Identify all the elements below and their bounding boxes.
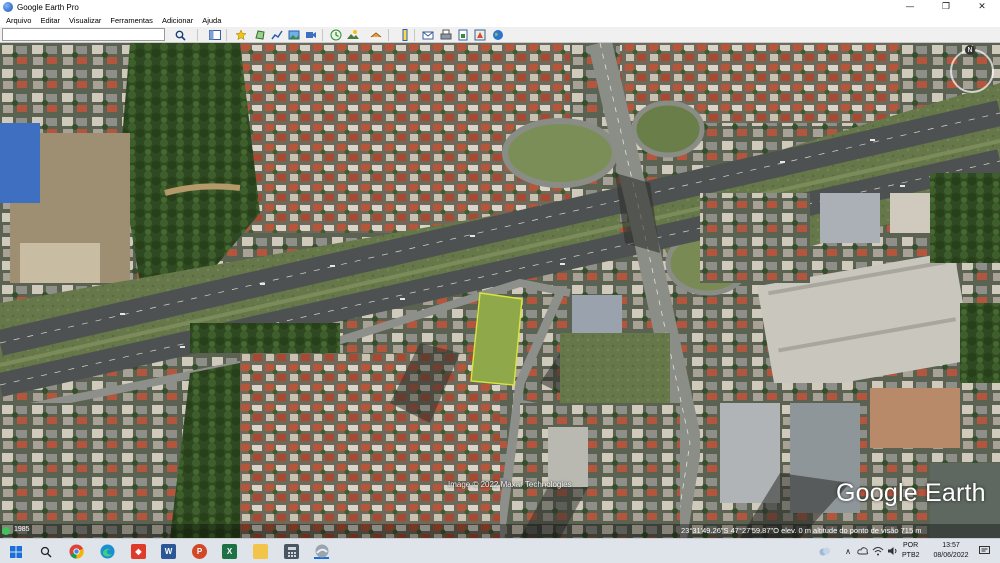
toolbar	[0, 27, 1000, 43]
menu-ajuda[interactable]: Ajuda	[202, 16, 221, 25]
input-language[interactable]: POR	[903, 542, 918, 549]
excel-icon[interactable]: X	[222, 544, 237, 559]
earth-icon[interactable]	[491, 29, 504, 41]
start-button[interactable]	[8, 544, 23, 559]
close-button[interactable]: ✕	[964, 0, 1000, 14]
weather-icon[interactable]	[818, 545, 831, 556]
imagery-copyright: Image © 2022 Maxar Technologies	[448, 480, 572, 489]
chevron-up-icon[interactable]: ∧	[843, 545, 853, 557]
title-bar: Google Earth Pro — ❐ ✕	[0, 0, 1000, 14]
ruler-icon[interactable]	[398, 29, 411, 41]
search-icon[interactable]	[38, 544, 53, 559]
google-earth-app-icon	[3, 2, 13, 12]
wifi-icon[interactable]	[872, 545, 884, 557]
google-earth-window: Google Earth Pro — ❐ ✕ Arquivo Editar Vi…	[0, 0, 1000, 563]
notifications-icon[interactable]	[978, 545, 990, 557]
menu-adicionar[interactable]: Adicionar	[162, 16, 193, 25]
sunlight-icon[interactable]	[346, 29, 359, 41]
file-explorer-icon[interactable]	[253, 544, 268, 559]
map-status-bar: 1985 23°31'49.26"S 47°27'59.87"O elev. 0…	[0, 524, 1000, 538]
windows-taskbar: ◆ W P X ∧ POR PTB2 13:57 08/06/2022	[0, 538, 1000, 563]
google-earth-icon[interactable]	[314, 544, 329, 559]
historical-imagery-icon[interactable]	[329, 29, 342, 41]
minimize-button[interactable]: —	[892, 0, 928, 14]
navigation-compass[interactable]	[950, 49, 994, 93]
add-path-icon[interactable]	[270, 29, 283, 41]
window-controls: — ❐ ✕	[892, 0, 1000, 14]
add-image-overlay-icon[interactable]	[287, 29, 300, 41]
toolbar-separator	[322, 29, 323, 41]
edge-icon[interactable]	[100, 544, 115, 559]
clock-date[interactable]: 08/06/2022	[930, 552, 972, 559]
cloud-sync-icon[interactable]	[857, 545, 869, 557]
toolbar-separator	[414, 29, 415, 41]
search-input[interactable]	[2, 28, 165, 41]
clock-time[interactable]: 13:57	[930, 542, 972, 549]
imagery-year: 1985	[14, 526, 30, 533]
add-placemark-icon[interactable]	[234, 29, 247, 41]
print-icon[interactable]	[439, 29, 452, 41]
menu-editar[interactable]: Editar	[40, 16, 60, 25]
planets-icon[interactable]	[369, 29, 382, 41]
email-icon[interactable]	[421, 29, 434, 41]
maximize-button[interactable]: ❐	[928, 0, 964, 14]
anydesk-icon[interactable]: ◆	[131, 544, 146, 559]
menu-bar: Arquivo Editar Visualizar Ferramentas Ad…	[0, 14, 1000, 27]
google-earth-logo: Google Earth	[836, 479, 986, 507]
menu-arquivo[interactable]: Arquivo	[6, 16, 31, 25]
sidebar-toggle-icon[interactable]	[208, 29, 221, 41]
view-in-maps-icon[interactable]	[473, 29, 486, 41]
window-title: Google Earth Pro	[17, 2, 79, 12]
search-icon[interactable]	[174, 29, 187, 41]
save-image-icon[interactable]	[456, 29, 469, 41]
calculator-icon[interactable]	[284, 544, 299, 559]
coordinates-readout: 23°31'49.26"S 47°27'59.87"O elev. 0 m al…	[681, 526, 922, 535]
satellite-imagery	[0, 43, 1000, 538]
map-view[interactable]: N Image © 2022 Maxar Technologies Google…	[0, 43, 1000, 538]
volume-icon[interactable]	[887, 545, 899, 557]
menu-visualizar[interactable]: Visualizar	[69, 16, 101, 25]
menu-ferramentas[interactable]: Ferramentas	[110, 16, 153, 25]
input-layout[interactable]: PTB2	[902, 552, 920, 559]
toolbar-separator	[197, 29, 198, 41]
chrome-icon[interactable]	[69, 544, 84, 559]
historical-imagery-indicator-icon[interactable]	[2, 527, 10, 535]
word-icon[interactable]: W	[161, 544, 176, 559]
toolbar-separator	[388, 29, 389, 41]
record-tour-icon[interactable]	[304, 29, 317, 41]
toolbar-separator	[226, 29, 227, 41]
compass-north-indicator[interactable]: N	[965, 45, 975, 55]
powerpoint-icon[interactable]: P	[192, 544, 207, 559]
add-polygon-icon[interactable]	[253, 29, 266, 41]
